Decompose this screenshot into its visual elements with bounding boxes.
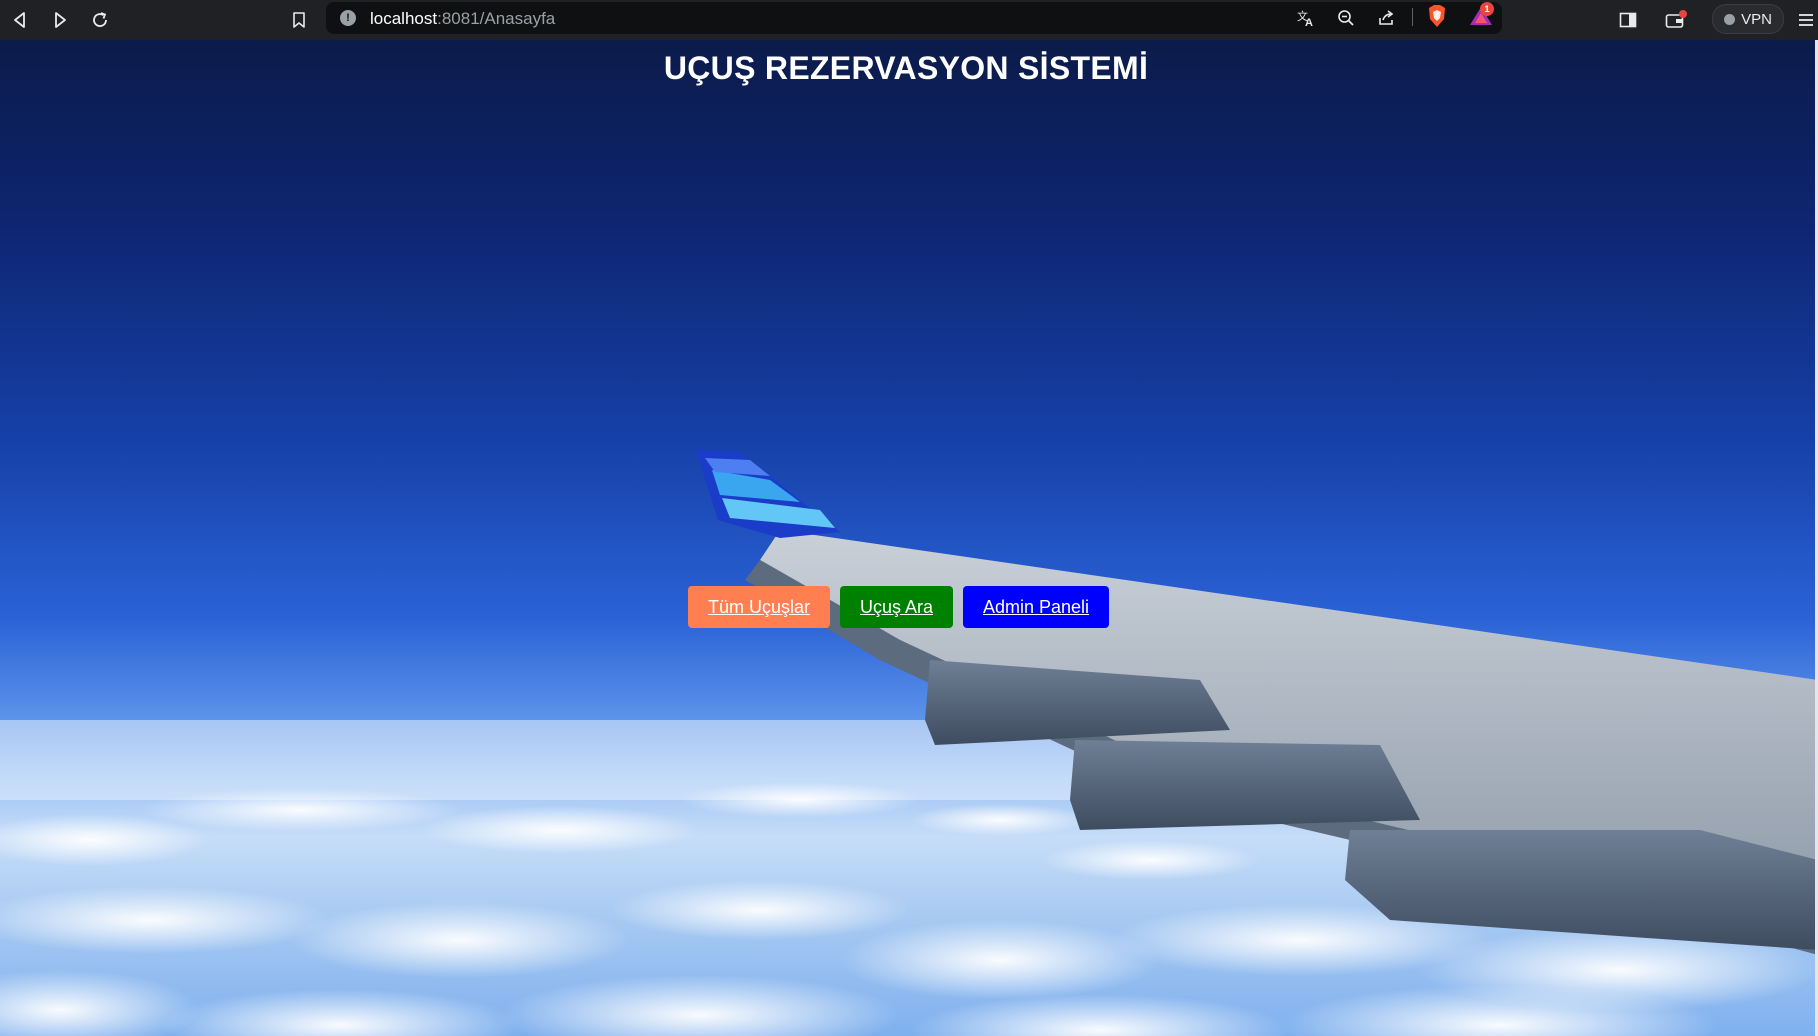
bookmark-icon[interactable] xyxy=(285,6,313,34)
search-flight-button[interactable]: Uçuş Ara xyxy=(840,586,953,628)
menu-icon[interactable] xyxy=(1792,6,1818,34)
translate-icon[interactable]: 文A xyxy=(1294,6,1318,30)
sidebar-icon[interactable] xyxy=(1614,6,1642,34)
all-flights-button[interactable]: Tüm Uçuşlar xyxy=(688,586,830,628)
rewards-badge: 1 xyxy=(1480,2,1494,16)
vpn-label: VPN xyxy=(1741,10,1772,28)
reload-icon[interactable] xyxy=(86,6,114,34)
vpn-button[interactable]: VPN xyxy=(1712,4,1784,34)
page-title: UÇUŞ REZERVASYON SİSTEMİ xyxy=(663,50,1149,86)
url-path: :8081/Anasayfa xyxy=(437,9,556,28)
address-bar[interactable]: ! localhost:8081/Anasayfa 文A xyxy=(326,2,1502,34)
zoom-out-icon[interactable] xyxy=(1334,6,1358,30)
share-icon[interactable] xyxy=(1374,6,1398,30)
svg-text:A: A xyxy=(1305,17,1313,27)
url-host: localhost xyxy=(370,9,438,28)
back-icon[interactable] xyxy=(6,6,34,34)
page-body: UÇUŞ REZERVASYON SİSTEMİ Tüm Uçuşlar Uçu… xyxy=(0,40,1818,1036)
sky-background-image xyxy=(0,450,1818,1036)
toolbar-divider xyxy=(1412,8,1413,26)
vpn-icon xyxy=(1724,13,1736,25)
brave-shield-icon[interactable] xyxy=(1426,4,1448,28)
wallet-icon[interactable] xyxy=(1662,6,1690,34)
admin-panel-button[interactable]: Admin Paneli xyxy=(963,586,1109,628)
browser-toolbar: ! localhost:8081/Anasayfa 文A 1 VPN xyxy=(0,0,1818,40)
url-text[interactable]: localhost:8081/Anasayfa xyxy=(370,9,555,29)
forward-icon[interactable] xyxy=(46,6,74,34)
site-info-icon[interactable]: ! xyxy=(340,10,356,26)
